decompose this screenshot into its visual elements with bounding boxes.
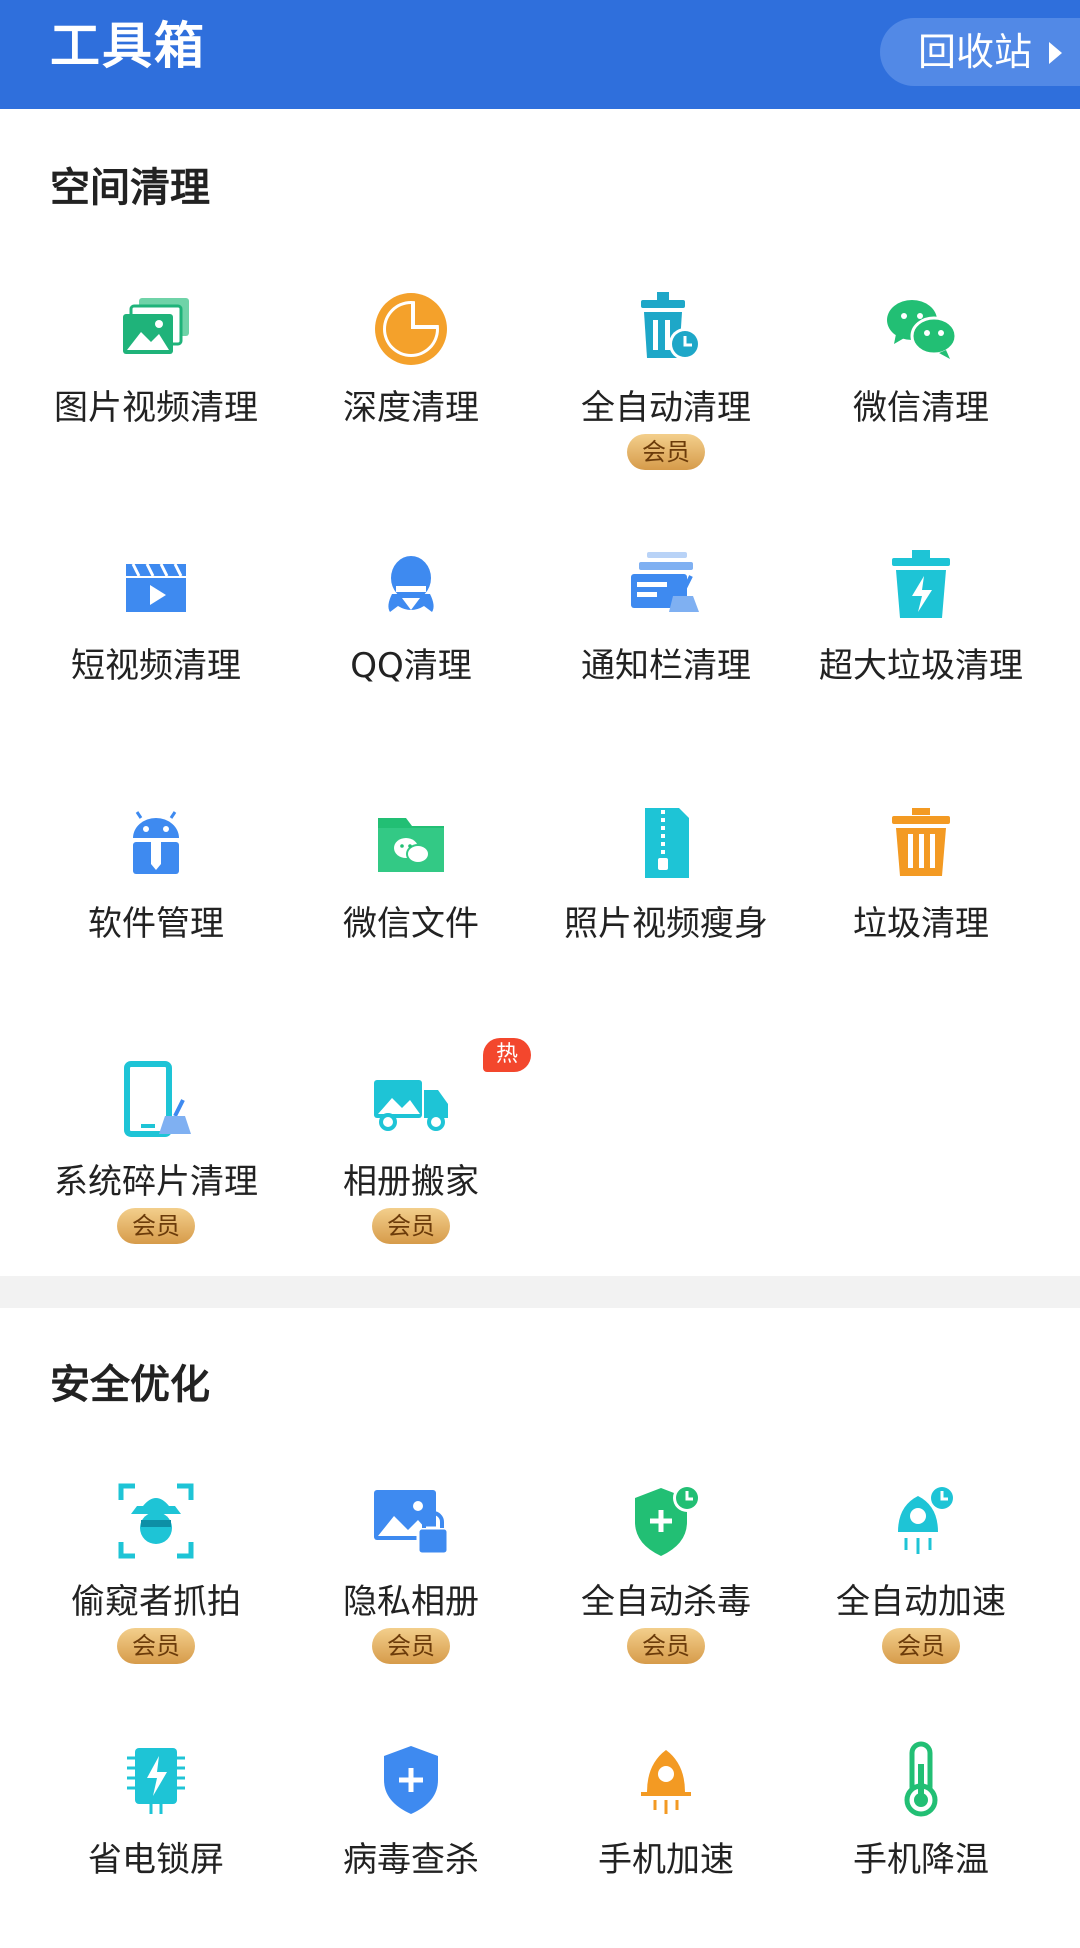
rocket-icon	[621, 1734, 711, 1824]
wechat-folder-icon	[366, 798, 456, 888]
tool-tile[interactable]: QQ清理	[276, 540, 546, 688]
tool-label: 深度清理	[343, 388, 479, 428]
tool-tile[interactable]: 通知栏清理	[531, 540, 801, 688]
tool-tile[interactable]: 短视频清理	[21, 540, 291, 688]
section-title-space-clean: 空间清理	[50, 165, 210, 211]
tool-label: 图片视频清理	[54, 388, 258, 428]
recycle-bin-button[interactable]: 回收站	[880, 18, 1080, 86]
tool-tile[interactable]: 全自动杀毒 会员	[531, 1476, 801, 1664]
tool-tile[interactable]: 系统碎片清理 会员	[21, 1056, 291, 1244]
tool-label: 省电锁屏	[88, 1840, 224, 1880]
tool-tile[interactable]: 偷窥者抓拍 会员	[21, 1476, 291, 1664]
tool-tile[interactable]: 软件管理	[21, 798, 291, 946]
tool-label: 隐私相册	[343, 1582, 479, 1622]
rocket-clock-icon	[876, 1476, 966, 1566]
tool-label: 手机加速	[598, 1840, 734, 1880]
tool-label: 全自动加速	[836, 1582, 1006, 1622]
photo-lock-icon	[366, 1476, 456, 1566]
wechat-icon	[876, 282, 966, 372]
page-title: 工具箱	[50, 17, 206, 75]
member-badge: 会员	[627, 434, 705, 470]
tool-tile[interactable]: 热相册搬家会员	[276, 1038, 546, 1244]
recycle-bin-label: 回收站	[918, 30, 1033, 74]
tool-tile[interactable]: 垃圾清理	[786, 798, 1056, 946]
tool-label: 系统碎片清理	[54, 1162, 258, 1202]
shield-plus-icon	[366, 1734, 456, 1824]
tool-label: 偷窥者抓拍	[71, 1582, 241, 1622]
tool-tile[interactable]: 照片视频瘦身	[531, 798, 801, 946]
tool-label: 超大垃圾清理	[819, 646, 1023, 686]
member-badge: 会员	[117, 1628, 195, 1664]
member-badge: 会员	[627, 1628, 705, 1664]
tool-tile[interactable]: 手机降温	[786, 1734, 1056, 1882]
tool-label: 手机降温	[853, 1840, 989, 1880]
tool-tile[interactable]: 手机加速	[531, 1734, 801, 1882]
member-badge: 会员	[882, 1628, 960, 1664]
android-icon	[111, 798, 201, 888]
tool-tile[interactable]: 病毒查杀	[276, 1734, 546, 1882]
tool-label: 垃圾清理	[853, 904, 989, 944]
trash-bolt-icon	[876, 540, 966, 630]
tool-label: QQ清理	[350, 646, 472, 686]
video-clapper-icon	[111, 540, 201, 630]
phone-broom-icon	[111, 1056, 201, 1146]
image-video-icon	[111, 282, 201, 372]
member-badge: 会员	[372, 1628, 450, 1664]
spy-face-icon	[111, 1476, 201, 1566]
tool-tile[interactable]: 全自动清理 会员	[531, 282, 801, 470]
tool-label: 短视频清理	[71, 646, 241, 686]
tool-label: 全自动杀毒	[581, 1582, 751, 1622]
tool-tile[interactable]: 全自动加速 会员	[786, 1476, 1056, 1664]
shield-clock-icon	[621, 1476, 711, 1566]
hot-badge: 热	[483, 1038, 531, 1072]
tool-tile[interactable]: 省电锁屏	[21, 1734, 291, 1882]
section-divider	[0, 1276, 1080, 1308]
chevron-right-icon	[1049, 42, 1062, 64]
trash-can-icon	[876, 798, 966, 888]
tool-label: 通知栏清理	[581, 646, 751, 686]
tool-label: 全自动清理	[581, 388, 751, 428]
trash-clock-icon	[621, 282, 711, 372]
moving-truck-icon: 热	[366, 1038, 531, 1146]
tool-tile[interactable]: 微信文件	[276, 798, 546, 946]
zip-file-icon	[621, 798, 711, 888]
notification-broom-icon	[621, 540, 711, 630]
member-badge: 会员	[372, 1208, 450, 1244]
tool-tile[interactable]: 超大垃圾清理	[786, 540, 1056, 688]
section-title-security: 安全优化	[50, 1362, 210, 1408]
tool-label: 软件管理	[88, 904, 224, 944]
tool-tile[interactable]: 深度清理	[276, 282, 546, 430]
qq-penguin-icon	[366, 540, 456, 630]
pie-chart-icon	[366, 282, 456, 372]
tool-label: 照片视频瘦身	[564, 904, 768, 944]
top-bar: 工具箱 回收站	[0, 0, 1080, 109]
tool-label: 微信文件	[343, 904, 479, 944]
member-badge: 会员	[117, 1208, 195, 1244]
tool-tile[interactable]: 图片视频清理	[21, 282, 291, 430]
tool-label: 相册搬家	[343, 1162, 479, 1202]
thermometer-icon	[876, 1734, 966, 1824]
tool-tile[interactable]: 微信清理	[786, 282, 1056, 430]
tool-tile[interactable]: 隐私相册 会员	[276, 1476, 546, 1664]
tool-label: 病毒查杀	[343, 1840, 479, 1880]
tool-label: 微信清理	[853, 388, 989, 428]
battery-chip-icon	[111, 1734, 201, 1824]
